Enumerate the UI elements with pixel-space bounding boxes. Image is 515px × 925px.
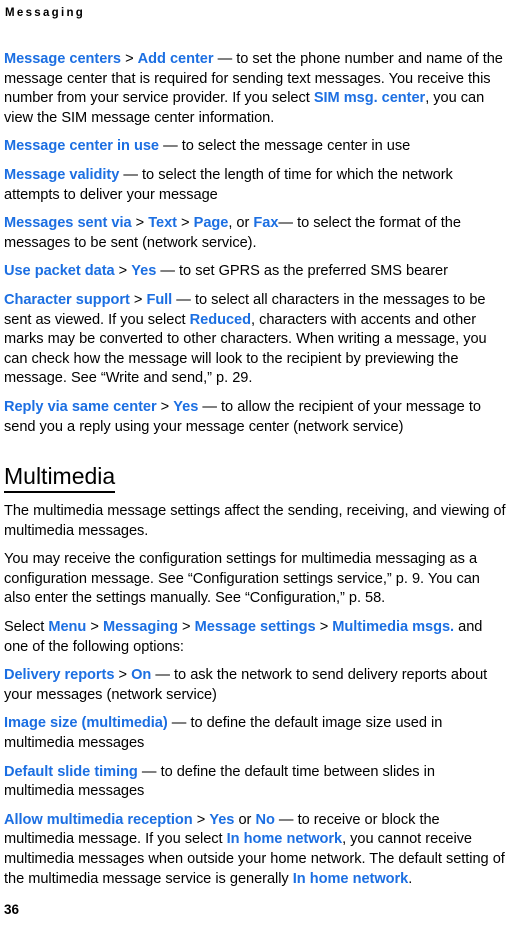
ui-term: Add center bbox=[137, 51, 214, 67]
body-text: > bbox=[129, 291, 147, 308]
ui-term: In home network bbox=[226, 831, 343, 848]
ui-term: Yes bbox=[209, 811, 235, 828]
ui-term: Fax bbox=[253, 215, 279, 232]
page-number: 36 bbox=[4, 902, 20, 917]
manual-page: Messaging Message centers > Add center —… bbox=[0, 0, 515, 925]
body-text: > bbox=[176, 215, 194, 232]
multimedia-intro-paragraph-1: The multimedia message settings affect t… bbox=[4, 502, 509, 541]
body-text: > bbox=[114, 263, 132, 280]
ui-term: SIM msg. center bbox=[313, 90, 426, 107]
multimedia-intro-paragraph-2: You may receive the configuration settin… bbox=[4, 550, 509, 609]
sms-settings-block: Message centers > Add center — to set th… bbox=[4, 50, 509, 437]
ui-term: Allow multimedia reception bbox=[4, 811, 193, 828]
body-text: > bbox=[120, 51, 138, 67]
ui-term: No bbox=[255, 811, 275, 828]
body-text: > bbox=[192, 811, 210, 828]
running-header-title: Messaging bbox=[5, 7, 86, 19]
body-text: > bbox=[315, 619, 333, 636]
ui-term: Yes bbox=[173, 398, 199, 415]
body-text: or bbox=[234, 811, 256, 828]
ui-term: Text bbox=[148, 215, 177, 232]
section-heading-multimedia-text: Multimedia bbox=[4, 463, 116, 494]
ui-term: Yes bbox=[131, 263, 157, 280]
body-text: The multimedia message settings affect t… bbox=[4, 503, 506, 539]
body-text: You may receive the configuration settin… bbox=[4, 551, 480, 607]
setting-paragraph-messages-sent-via: Messages sent via > Text > Page, or Fax—… bbox=[4, 214, 509, 253]
ui-term: Menu bbox=[48, 619, 87, 636]
ui-term: Character support bbox=[4, 291, 130, 308]
ui-term: On bbox=[131, 667, 152, 684]
setting-paragraph-message-centers: Message centers > Add center — to set th… bbox=[4, 50, 509, 128]
multimedia-menu-path-paragraph: Select Menu > Messaging > Message settin… bbox=[4, 618, 509, 657]
ui-term: Message validity bbox=[4, 166, 120, 183]
ui-term: Default slide timing bbox=[4, 763, 138, 780]
setting-paragraph-reply-via-same-center: Reply via same center > Yes — to allow t… bbox=[4, 398, 509, 437]
ui-term: Message center in use bbox=[4, 138, 159, 155]
ui-term: Messages sent via bbox=[4, 215, 132, 232]
body-text: , or bbox=[228, 215, 254, 232]
ui-term: In home network bbox=[292, 870, 409, 887]
ui-term: Multimedia msgs. bbox=[332, 619, 455, 636]
body-text: > bbox=[156, 398, 174, 415]
setting-paragraph-image-size-multimedia: Image size (multimedia) — to define the … bbox=[4, 714, 509, 753]
body-text: Select bbox=[4, 619, 49, 636]
setting-paragraph-allow-multimedia-reception: Allow multimedia reception > Yes or No —… bbox=[4, 811, 509, 889]
ui-term: Delivery reports bbox=[4, 667, 115, 684]
body-text: > bbox=[114, 667, 132, 684]
body-text: . bbox=[408, 870, 413, 887]
ui-term: Use packet data bbox=[4, 263, 115, 280]
body-text: — to set GPRS as the preferred SMS beare… bbox=[156, 263, 448, 280]
setting-paragraph-character-support: Character support > Full — to select all… bbox=[4, 291, 509, 389]
ui-term: Full bbox=[146, 291, 173, 308]
setting-paragraph-message-validity: Message validity — to select the length … bbox=[4, 166, 509, 205]
ui-term: Message settings bbox=[194, 619, 316, 636]
ui-term: Reply via same center bbox=[4, 398, 157, 415]
ui-term: Image size (multimedia) bbox=[4, 715, 168, 732]
ui-term: Messaging bbox=[102, 619, 178, 636]
body-text: — to select the message center in use bbox=[159, 138, 411, 155]
body-text: > bbox=[86, 619, 103, 636]
body-text: > bbox=[177, 619, 195, 636]
setting-paragraph-use-packet-data: Use packet data > Yes — to set GPRS as t… bbox=[4, 262, 509, 282]
ui-term: Reduced bbox=[189, 311, 251, 328]
multimedia-settings-block: The multimedia message settings affect t… bbox=[4, 502, 509, 889]
section-heading-multimedia: Multimedia bbox=[4, 463, 509, 494]
body-text: > bbox=[131, 215, 149, 232]
setting-paragraph-message-center-in-use: Message center in use — to select the me… bbox=[4, 137, 509, 157]
setting-paragraph-delivery-reports: Delivery reports > On — to ask the netwo… bbox=[4, 666, 509, 705]
setting-paragraph-default-slide-timing: Default slide timing — to define the def… bbox=[4, 763, 509, 802]
ui-term: Page bbox=[193, 215, 229, 232]
ui-term: Message centers bbox=[4, 51, 121, 67]
